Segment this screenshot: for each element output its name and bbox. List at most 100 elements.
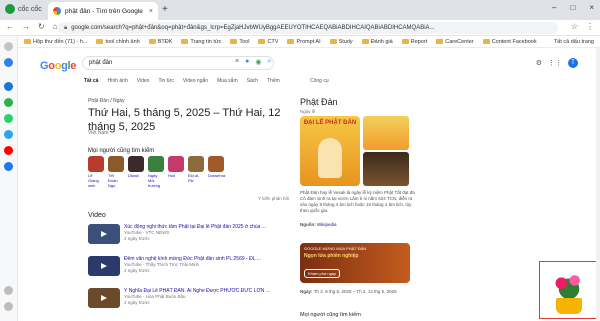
bookmark-item[interactable]: Tool <box>230 39 249 45</box>
folder-icon <box>181 39 189 44</box>
related-item[interactable]: Ngày Môi trường <box>148 156 164 188</box>
maximize-button[interactable]: □ <box>570 3 575 12</box>
video-item[interactable]: Đêm văn nghệ kính mừng Đức Phật đản sinh… <box>88 256 278 284</box>
related-item[interactable]: Eid al-Fitr <box>188 156 204 188</box>
bookmark-item[interactable]: Hộp thư đến (71) - h... <box>24 39 87 45</box>
bookmark-label: Study <box>338 38 353 45</box>
related-label: Ngày Môi trường <box>148 173 161 188</box>
bookmarks-bar: Hộp thư đến (71) - h... tool chỉnh ảnh B… <box>18 36 600 48</box>
date-label: Ngày: <box>300 289 313 294</box>
bookmark-item[interactable]: Prompt AI <box>287 39 321 45</box>
bookmark-item[interactable]: CareCenter <box>436 39 474 45</box>
history-icon[interactable] <box>4 286 13 295</box>
tab-more[interactable]: Thêm <box>267 78 280 84</box>
tab-google-search[interactable]: phật đản - Tìm trên Google × <box>48 2 158 20</box>
gear-icon[interactable]: ⚙ <box>536 59 542 67</box>
tab-news[interactable]: Tin tức <box>158 78 173 84</box>
apps-icon[interactable]: ⋮⋮ <box>548 59 562 67</box>
bookmark-item[interactable]: Study <box>329 38 353 45</box>
google-favicon-icon <box>53 7 61 15</box>
bookmark-item[interactable]: tool chỉnh ảnh <box>96 39 140 45</box>
settings-icon[interactable] <box>4 302 13 311</box>
bookmark-item[interactable]: Content Facebook <box>482 38 537 45</box>
related-item[interactable]: Lễ Giáng sinh <box>88 156 104 188</box>
feedback-link[interactable]: Ý kiến phản hồi <box>258 196 289 201</box>
facebook-icon[interactable] <box>4 162 13 171</box>
bookmark-label: Trang tin tức <box>190 38 222 45</box>
video-item[interactable]: Xúc động nghi thức tắm Phật tại Đại lễ P… <box>88 224 278 252</box>
folder-icon <box>287 39 295 44</box>
bookmark-item[interactable]: BTĐK <box>148 39 172 45</box>
promo-button[interactable]: Khám phá ngay <box>304 269 341 278</box>
avatar[interactable]: T <box>568 58 578 68</box>
minimize-button[interactable]: – <box>552 3 556 12</box>
source-label: Nguồn: <box>300 222 316 227</box>
header-right: ⚙ ⋮⋮ T <box>536 58 578 68</box>
breadcrumb[interactable]: Phật Đản / Ngày <box>88 98 125 104</box>
messenger-icon[interactable] <box>4 82 13 91</box>
related-image <box>108 156 124 172</box>
tools-button[interactable]: Công cụ <box>310 78 329 84</box>
lens-icon[interactable]: ◉ <box>255 58 261 66</box>
bookmark-label: Content Facebook <box>491 38 537 45</box>
floating-plant-widget[interactable] <box>539 261 598 319</box>
reload-button[interactable]: ↻ <box>38 22 45 31</box>
search-icon[interactable]: ⌕ <box>267 58 271 66</box>
knowledge-panel-image[interactable] <box>363 116 409 150</box>
close-window-button[interactable]: × <box>589 3 594 12</box>
tab-shopping[interactable]: Mua sắm <box>217 78 238 84</box>
sidebar-app-icon[interactable] <box>4 58 13 67</box>
sidebar-home-icon[interactable] <box>4 42 13 51</box>
tab-close-icon[interactable]: × <box>149 8 153 15</box>
tab-all[interactable]: Tất cả <box>84 78 98 84</box>
whatsapp-icon[interactable] <box>4 114 13 123</box>
answer-country: Việt Nam <box>88 130 109 136</box>
browser-brand: cốc cốc <box>18 5 42 13</box>
related-item[interactable]: Tết Đoan Ngọ <box>108 156 124 188</box>
video-thumbnail[interactable] <box>88 224 120 244</box>
zalo-icon[interactable] <box>4 98 13 107</box>
source-link[interactable]: Wikipedia <box>317 222 337 227</box>
video-thumbnail[interactable] <box>88 256 120 276</box>
related-item[interactable]: Holi <box>168 156 184 188</box>
bookmark-item[interactable]: Report <box>401 39 427 45</box>
bookmark-item[interactable]: Trang tin tức <box>181 39 221 45</box>
scrollbar[interactable] <box>596 48 600 321</box>
url-text: google.com/search?q=phật+đản&oq=phật+đản… <box>71 25 435 31</box>
promo-small-text: GOOGLE MỪNG MÙA PHẬT ĐẢN <box>304 246 367 251</box>
video-item[interactable]: Ý Nghĩa Đại Lễ PHẬT ĐẢN. Ai Nghe Được PH… <box>88 288 278 316</box>
coccoc-logo-icon <box>5 4 15 14</box>
tab-short-videos[interactable]: Video ngắn <box>183 78 208 84</box>
related-label: Tết Đoan Ngọ <box>108 173 118 188</box>
video-thumbnail[interactable] <box>88 288 120 308</box>
all-bookmarks[interactable]: Tất cả dấu trang <box>554 36 594 48</box>
clear-icon[interactable]: × <box>235 58 239 66</box>
bookmark-label: Tool <box>239 38 250 45</box>
people-also-search-title: Mọi người cũng tìm kiếm <box>88 148 155 154</box>
youtube-icon[interactable] <box>4 146 13 155</box>
related-item[interactable]: Dussehra <box>208 156 225 188</box>
related-list: Lễ Giáng sinh Tết Đoan Ngọ Diwali Ngày M… <box>88 156 225 188</box>
mic-icon[interactable]: ● <box>245 58 249 66</box>
tab-videos[interactable]: Video <box>137 78 150 84</box>
tab-books[interactable]: Sách <box>247 78 258 84</box>
promo-banner[interactable]: GOOGLE MỪNG MÙA PHẬT ĐẢN Ngọn lửa phiên … <box>300 243 410 283</box>
tab-images[interactable]: Hình ảnh <box>107 78 127 84</box>
knowledge-panel-source: Nguồn: Wikipedia <box>300 222 337 227</box>
telegram-icon[interactable] <box>4 130 13 139</box>
knowledge-panel-main-image[interactable]: ĐẠI LỄ PHẬT ĐẢN <box>300 116 360 186</box>
related-image <box>188 156 204 172</box>
bookmark-item[interactable]: Đánh giá <box>361 39 393 45</box>
related-item[interactable]: Diwali <box>128 156 144 188</box>
forward-button[interactable]: → <box>22 22 30 31</box>
new-tab-button[interactable]: + <box>162 4 168 15</box>
back-button[interactable]: ← <box>6 22 14 31</box>
google-logo[interactable]: Google <box>40 60 76 72</box>
browser-logo: cốc cốc <box>5 4 42 14</box>
star-icon[interactable]: ☆ <box>571 22 578 31</box>
home-button[interactable]: ⌂ <box>53 22 58 31</box>
bookmark-item[interactable]: CTV <box>258 39 278 45</box>
knowledge-panel-image[interactable] <box>363 152 409 186</box>
menu-icon[interactable]: ⋮ <box>586 22 594 31</box>
url-field[interactable]: 🔒︎ google.com/search?q=phật+đản&oq=phật+đ… <box>58 22 558 34</box>
